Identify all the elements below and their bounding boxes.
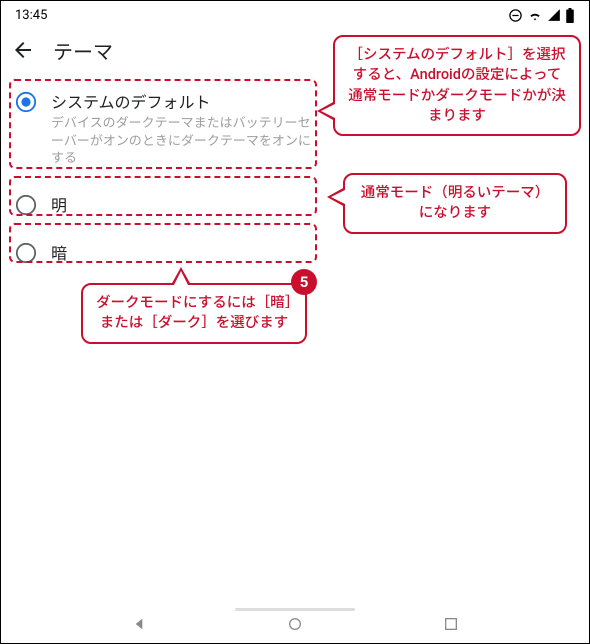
wifi-icon [527,7,543,23]
option-subtext: デバイスのダークテーマまたはバッテリーセーバーがオンのときにダークテーマをオンに… [51,115,311,168]
clock: 13:45 [15,8,47,23]
status-icons [508,7,575,23]
nav-back-icon [131,616,147,632]
option-dark[interactable]: 暗 [1,228,589,276]
callout-text: ［システムのデフォルト］を選択すると、Androidの設定によって通常モードかダ… [348,46,566,124]
callout-light: 通常モード（明るいテーマ）になります [343,173,567,234]
radio-light[interactable] [15,194,37,216]
callout-dark: ダークモードにするには［暗］または［ダーク］を選びます [81,283,307,344]
radio-unchecked-icon [15,194,37,216]
option-label: 暗 [51,240,67,264]
callout-tail [327,187,345,207]
radio-checked-icon [15,91,37,113]
callout-text: 通常モード（明るいテーマ）になります [361,184,550,221]
callout-tail [317,101,335,121]
option-label: 明 [51,192,67,216]
home-indicator [235,608,355,611]
signal-icon [547,8,561,22]
nav-recent-icon [443,616,459,632]
callout-system-default: ［システムのデフォルト］を選択すると、Androidの設定によって通常モードかダ… [333,35,581,136]
navigation-bar [1,613,589,639]
back-button[interactable] [11,38,35,62]
radio-dark[interactable] [15,242,37,264]
step-number: 5 [300,273,309,291]
do-not-disturb-icon [508,8,523,23]
nav-back-button[interactable] [131,616,147,636]
battery-icon [565,8,575,23]
radio-system-default[interactable] [15,91,37,113]
callout-text: ダークモードにするには［暗］または［ダーク］を選びます [96,294,292,331]
nav-recent-button[interactable] [443,616,459,636]
callout-tail [171,267,191,285]
arrow-back-icon [11,38,35,62]
nav-home-button[interactable] [287,616,303,636]
radio-unchecked-icon [15,242,37,264]
step-badge: 5 [291,269,317,295]
status-bar: 13:45 [1,1,589,29]
nav-home-icon [287,616,303,632]
